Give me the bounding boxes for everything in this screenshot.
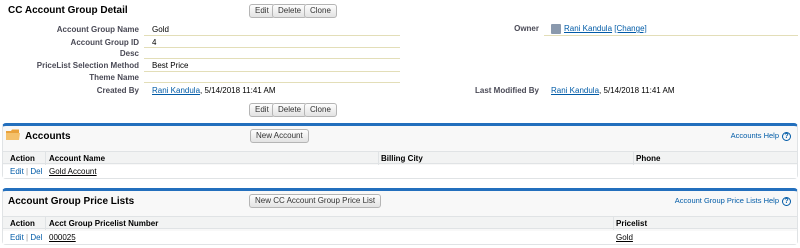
price-lists-table-header: Action Acct Group Pricelist Number Price… — [3, 216, 797, 230]
price-lists-related-list: Account Group Price Lists New CC Account… — [2, 188, 798, 245]
delete-button[interactable]: Delete — [272, 4, 308, 18]
last-modified-by-value: Rani Kandula, 5/14/2018 11:41 AM — [551, 86, 675, 95]
owner-value: Rani Kandula [Change] — [551, 24, 647, 34]
clone-button-bottom[interactable]: Clone — [304, 103, 337, 117]
row-actions: Edit | Del — [10, 167, 43, 176]
table-row: Edit | Del 000025 Gold — [3, 231, 797, 244]
column-header-pricelist[interactable]: Pricelist — [616, 219, 647, 228]
delete-button-bottom[interactable]: Delete — [272, 103, 308, 117]
created-by-value: Rani Kandula, 5/14/2018 11:41 AM — [152, 86, 276, 95]
column-header-action: Action — [10, 154, 35, 163]
table-row: Edit | Del Gold Account — [3, 165, 797, 178]
help-icon[interactable]: ? — [782, 131, 791, 141]
pricelist-link[interactable]: Gold — [616, 233, 633, 242]
accounts-title: Accounts — [25, 131, 71, 142]
edit-link[interactable]: Edit — [10, 167, 24, 176]
column-header-action: Action — [10, 219, 35, 228]
accounts-related-list: Accounts New Account Accounts Help? Acti… — [2, 123, 798, 179]
edit-link[interactable]: Edit — [10, 233, 24, 242]
column-header-pricelist-number[interactable]: Acct Group Pricelist Number — [49, 219, 158, 228]
user-icon — [551, 24, 561, 34]
account-group-id-value: 4 — [152, 38, 157, 47]
folder-icon — [6, 129, 20, 140]
owner-label: Owner — [514, 24, 539, 33]
help-icon[interactable]: ? — [782, 196, 791, 206]
accounts-help[interactable]: Accounts Help? — [731, 131, 791, 141]
row-actions: Edit | Del — [10, 233, 43, 242]
created-by-label: Created By — [96, 86, 139, 95]
owner-change-link[interactable]: [Change] — [614, 24, 646, 33]
edit-button[interactable]: Edit — [249, 4, 275, 18]
last-modified-date: , 5/14/2018 11:41 AM — [599, 86, 675, 95]
price-lists-title: Account Group Price Lists — [8, 196, 135, 207]
account-name-link[interactable]: Gold Account — [49, 167, 97, 176]
column-header-billing-city[interactable]: Billing City — [381, 154, 423, 163]
last-modified-user-link[interactable]: Rani Kandula — [551, 86, 599, 95]
price-lists-help[interactable]: Account Group Price Lists Help? — [675, 196, 791, 206]
desc-label: Desc — [119, 49, 139, 58]
pricelist-number-link[interactable]: 000025 — [49, 233, 76, 242]
theme-name-label: Theme Name — [89, 73, 139, 82]
created-by-user-link[interactable]: Rani Kandula — [152, 86, 200, 95]
delete-link[interactable]: Del — [30, 233, 42, 242]
clone-button[interactable]: Clone — [304, 4, 337, 18]
accounts-table-header: Action Account Name Billing City Phone — [3, 151, 797, 165]
account-group-id-label: Account Group ID — [70, 38, 139, 47]
account-group-name-value: Gold — [152, 25, 169, 34]
new-account-button[interactable]: New Account — [250, 129, 309, 143]
page-title: CC Account Group Detail — [8, 5, 128, 16]
pricelist-method-label: PriceList Selection Method — [36, 61, 139, 70]
new-price-list-button[interactable]: New CC Account Group Price List — [249, 194, 382, 208]
created-by-date: , 5/14/2018 11:41 AM — [200, 86, 276, 95]
pricelist-method-value: Best Price — [152, 61, 189, 70]
delete-link[interactable]: Del — [30, 167, 42, 176]
column-header-phone[interactable]: Phone — [636, 154, 660, 163]
edit-button-bottom[interactable]: Edit — [249, 103, 275, 117]
account-group-name-label: Account Group Name — [56, 25, 139, 34]
accounts-help-link[interactable]: Accounts Help — [731, 131, 779, 140]
last-modified-by-label: Last Modified By — [474, 86, 539, 95]
owner-user-link[interactable]: Rani Kandula — [564, 24, 612, 33]
price-lists-help-link[interactable]: Account Group Price Lists Help — [675, 196, 779, 205]
column-header-account-name[interactable]: Account Name — [49, 154, 105, 163]
